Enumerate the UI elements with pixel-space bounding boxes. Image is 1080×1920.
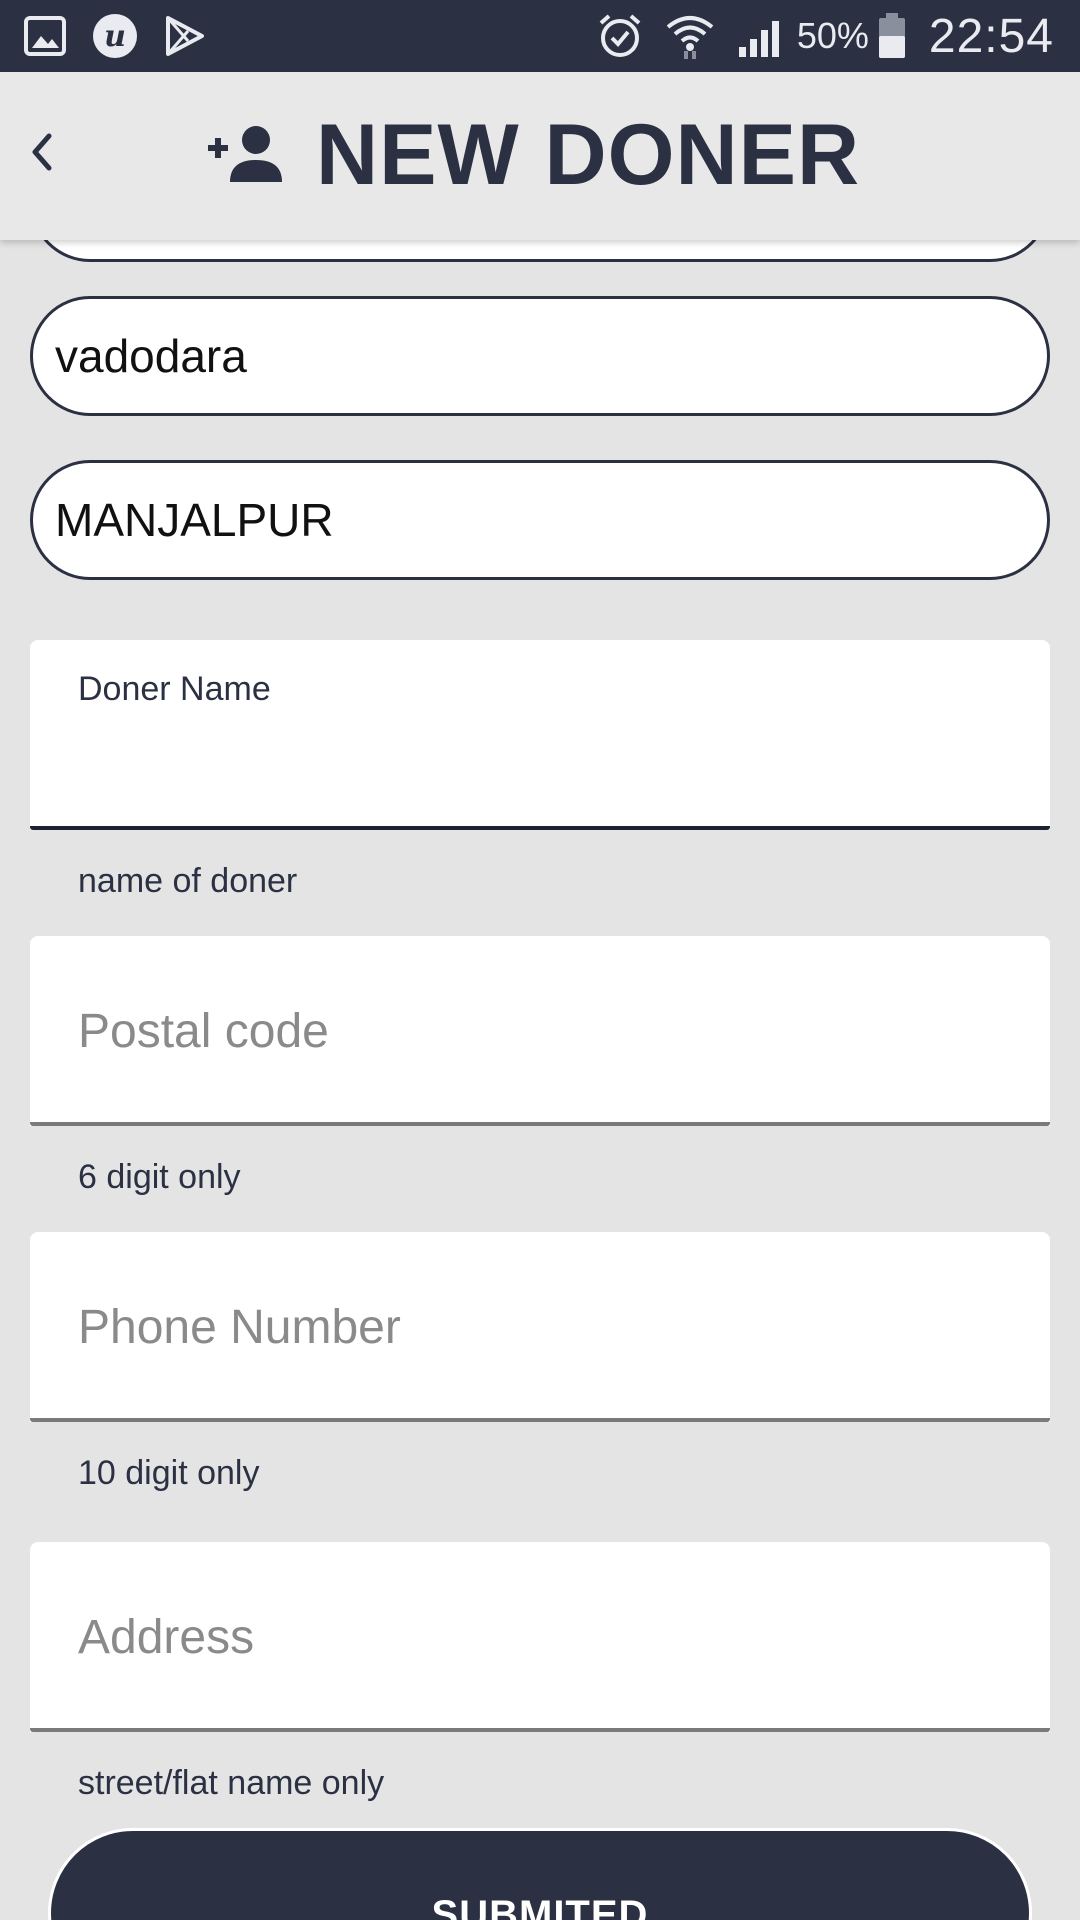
status-bar: u 50% 22:54	[0, 0, 1080, 72]
city-value: vadodara	[55, 330, 247, 382]
address-underline	[30, 1728, 1050, 1732]
doner-name-helper: name of doner	[78, 862, 298, 900]
doner-name-underline	[30, 826, 1050, 830]
phone-number-underline	[30, 1418, 1050, 1422]
chevron-left-icon	[32, 133, 52, 171]
alarm-icon	[597, 13, 643, 59]
address-helper: street/flat name only	[78, 1764, 385, 1802]
phone-number-field[interactable]: Phone Number	[30, 1232, 1050, 1422]
svg-text:u: u	[104, 19, 126, 54]
submit-button[interactable]: SUBMITED	[48, 1828, 1032, 1920]
postal-code-placeholder: Postal code	[78, 1004, 329, 1058]
postal-code-field[interactable]: Postal code	[30, 936, 1050, 1126]
postal-code-underline	[30, 1122, 1050, 1126]
area-select[interactable]: MANJALPUR	[30, 460, 1050, 580]
status-left-icons: u	[24, 12, 206, 60]
status-right-icons: 50% 22:54	[597, 8, 1054, 64]
battery-icon	[877, 12, 907, 60]
u-app-icon: u	[92, 13, 138, 59]
wifi-icon	[665, 11, 715, 61]
address-field[interactable]: Address	[30, 1542, 1050, 1732]
postal-code-helper: 6 digit only	[78, 1158, 241, 1196]
page-title: NEW DONER	[316, 107, 861, 203]
area-value: MANJALPUR	[55, 494, 334, 546]
address-placeholder: Address	[78, 1610, 255, 1664]
doner-name-field[interactable]: Doner Name	[30, 640, 1050, 830]
person-add-icon	[208, 126, 282, 182]
gallery-icon	[24, 16, 66, 56]
form-scroll-area[interactable]: vadodara MANJALPUR Doner Name name of do…	[0, 240, 1080, 1920]
previous-select-field[interactable]	[30, 240, 1050, 262]
app-header: NEW DONER	[0, 72, 1080, 240]
phone-number-helper: 10 digit only	[78, 1454, 260, 1492]
city-select[interactable]: vadodara	[30, 296, 1050, 416]
status-time: 22:54	[928, 9, 1054, 63]
doner-name-label: Doner Name	[78, 670, 271, 708]
battery-percent: 50%	[796, 15, 869, 56]
signal-icon	[737, 13, 787, 59]
play-store-icon	[164, 15, 206, 57]
back-button[interactable]	[14, 124, 70, 180]
phone-number-placeholder: Phone Number	[78, 1300, 401, 1354]
